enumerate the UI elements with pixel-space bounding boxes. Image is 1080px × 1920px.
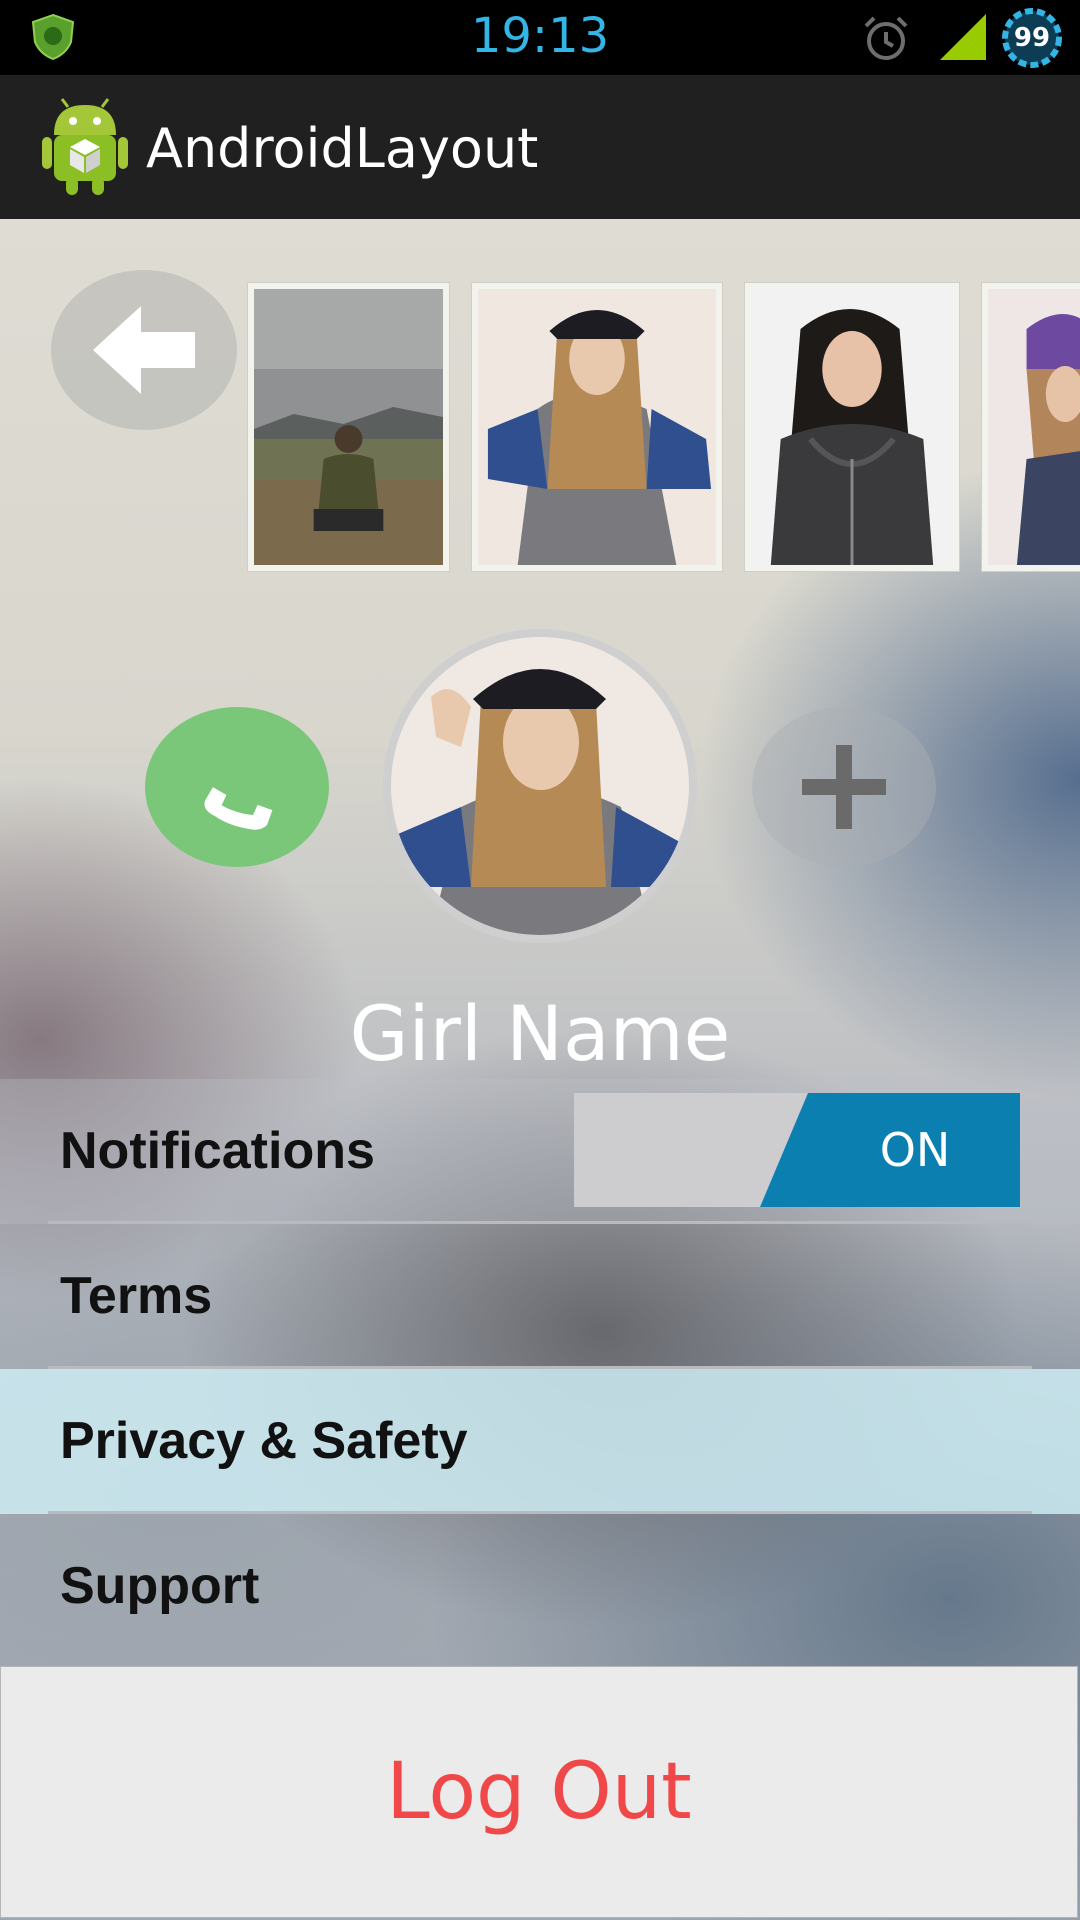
logout-label: Log Out xyxy=(386,1747,692,1837)
photo-3 xyxy=(751,289,953,565)
photo-thumbnail[interactable] xyxy=(247,282,450,572)
photo-thumbnail[interactable] xyxy=(471,282,723,572)
photo-thumbnail[interactable] xyxy=(981,282,1080,572)
privacy-label: Privacy & Safety xyxy=(60,1412,468,1470)
settings-list: Notifications ON Terms Privacy & Safety … xyxy=(0,1079,1080,1659)
photo-2 xyxy=(478,289,716,565)
avatar xyxy=(383,629,697,943)
notifications-toggle[interactable]: ON xyxy=(574,1093,1020,1207)
logout-button[interactable]: Log Out xyxy=(0,1666,1078,1918)
signal-icon xyxy=(940,14,986,60)
photo-thumbnail[interactable] xyxy=(744,282,960,572)
settings-row-privacy[interactable]: Privacy & Safety xyxy=(0,1369,1080,1514)
battery-icon: 99 xyxy=(1000,6,1064,70)
support-label: Support xyxy=(60,1557,260,1615)
plus-icon xyxy=(802,745,886,829)
profile-name: Girl Name xyxy=(349,989,731,1078)
call-button[interactable] xyxy=(145,707,329,867)
photo-4 xyxy=(988,289,1080,565)
notifications-label: Notifications xyxy=(60,1122,375,1180)
status-bar: 19:13 99 xyxy=(0,0,1080,75)
settings-row-terms[interactable]: Terms xyxy=(0,1224,1080,1369)
add-button[interactable] xyxy=(752,707,936,867)
action-bar: AndroidLayout xyxy=(0,75,1080,221)
terms-label: Terms xyxy=(60,1267,213,1325)
alarm-icon xyxy=(864,16,908,60)
status-time: 19:13 xyxy=(470,8,610,64)
battery-level: 99 xyxy=(1013,23,1051,53)
back-button[interactable] xyxy=(51,270,237,430)
profile-content: Girl Name Notifications ON Terms Privacy… xyxy=(0,219,1080,1920)
android-icon xyxy=(42,98,128,195)
app-title: AndroidLayout xyxy=(146,117,539,180)
photo-1 xyxy=(254,289,443,565)
settings-row-notifications: Notifications ON xyxy=(0,1079,1080,1224)
phone-icon xyxy=(204,787,273,830)
arrow-left-icon xyxy=(93,306,195,394)
settings-row-support[interactable]: Support xyxy=(0,1514,1080,1659)
toggle-state: ON xyxy=(879,1123,951,1177)
